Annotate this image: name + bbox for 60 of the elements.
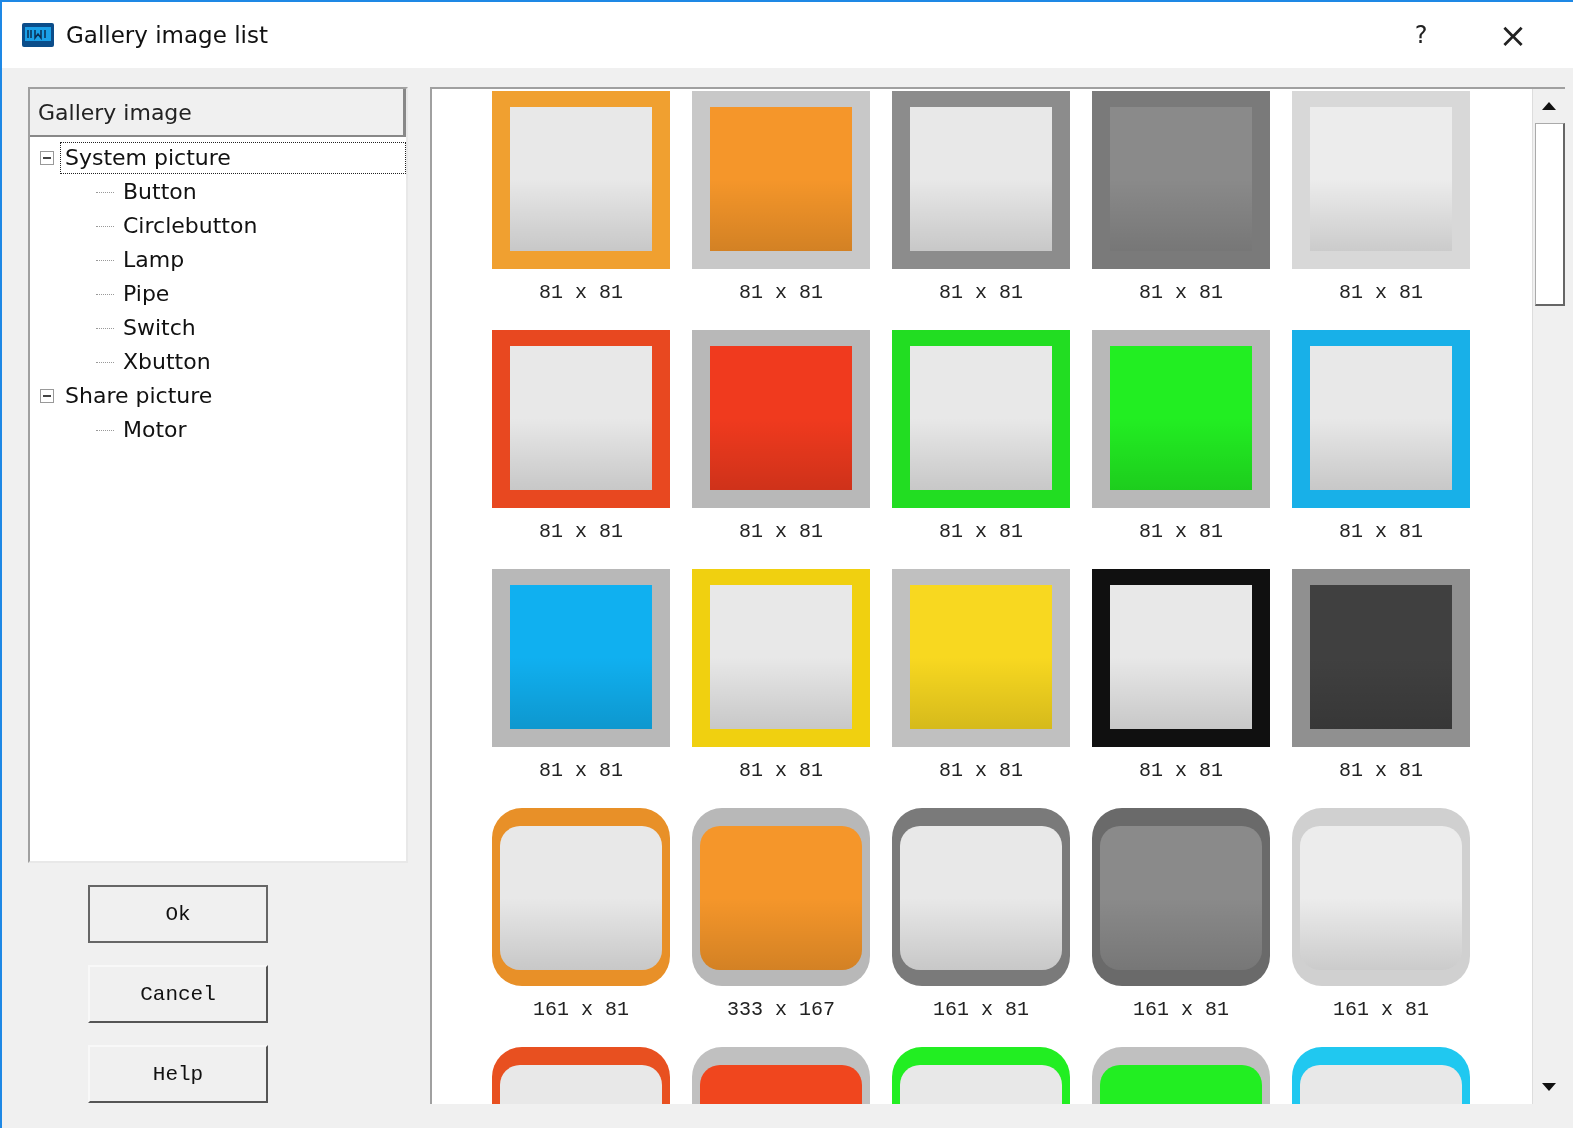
- image-size: 81 x 81: [739, 519, 823, 545]
- scroll-thumb[interactable]: [1535, 123, 1565, 306]
- image-thumbnail[interactable]: [1292, 569, 1470, 747]
- image-size: 81 x 81: [1339, 758, 1423, 784]
- tree-item[interactable]: Switch: [118, 312, 201, 344]
- image-size: 81 x 81: [539, 280, 623, 306]
- tree-item[interactable]: Circlebutton: [118, 210, 263, 242]
- window-title: Gallery image list: [66, 22, 269, 48]
- image-size: 333 x 167: [727, 997, 835, 1023]
- image-size: 81 x 81: [1139, 519, 1223, 545]
- help-button[interactable]: ?: [1381, 10, 1461, 60]
- dialog-button[interactable]: Help: [88, 1045, 268, 1103]
- tree-item[interactable]: Motor: [118, 414, 192, 446]
- image-size: 161 x 81: [533, 997, 629, 1023]
- image-thumbnail[interactable]: [1292, 808, 1470, 986]
- image-size: 81 x 81: [1139, 280, 1223, 306]
- image-size: 81 x 81: [939, 519, 1023, 545]
- tree-item[interactable]: System picture: [60, 142, 406, 174]
- image-thumbnail[interactable]: [892, 330, 1070, 508]
- image-thumbnail[interactable]: [892, 569, 1070, 747]
- image-size: 81 x 81: [939, 280, 1023, 306]
- app-icon: [22, 23, 54, 47]
- dialog-button[interactable]: Ok: [88, 885, 268, 943]
- tree-item[interactable]: Lamp: [118, 244, 190, 276]
- image-thumbnail[interactable]: [1292, 91, 1470, 269]
- tree-item[interactable]: Share picture: [60, 380, 218, 412]
- image-size: 81 x 81: [939, 758, 1023, 784]
- close-button[interactable]: ×: [1473, 10, 1553, 60]
- image-thumbnail[interactable]: [1092, 569, 1270, 747]
- image-thumbnail[interactable]: [692, 330, 870, 508]
- image-size: 81 x 81: [539, 519, 623, 545]
- image-thumbnail[interactable]: [492, 569, 670, 747]
- tree-item[interactable]: Pipe: [118, 278, 175, 310]
- image-size: 161 x 81: [1333, 997, 1429, 1023]
- image-size: 81 x 81: [539, 758, 623, 784]
- image-thumbnail[interactable]: [1292, 330, 1470, 508]
- image-thumbnail[interactable]: [1092, 91, 1270, 269]
- image-thumbnail[interactable]: [692, 808, 870, 986]
- tree-item[interactable]: Xbutton: [118, 346, 216, 378]
- image-thumbnail[interactable]: [1092, 330, 1270, 508]
- column-header: Gallery image: [30, 89, 406, 137]
- image-size: 161 x 81: [1133, 997, 1229, 1023]
- image-thumbnail[interactable]: [692, 569, 870, 747]
- dialog-button[interactable]: Cancel: [88, 965, 268, 1023]
- image-size: 81 x 81: [739, 758, 823, 784]
- image-size: 81 x 81: [1139, 758, 1223, 784]
- image-size: 81 x 81: [1339, 280, 1423, 306]
- image-thumbnail[interactable]: [492, 330, 670, 508]
- image-thumbnail[interactable]: [492, 91, 670, 269]
- image-thumbnail[interactable]: [892, 91, 1070, 269]
- image-size: 161 x 81: [933, 997, 1029, 1023]
- collapse-toggle[interactable]: [40, 389, 54, 403]
- image-thumbnail[interactable]: [692, 91, 870, 269]
- image-thumbnail[interactable]: [492, 808, 670, 986]
- image-thumbnail[interactable]: [1092, 808, 1270, 986]
- tree-item[interactable]: Button: [118, 176, 202, 208]
- image-thumbnail[interactable]: [892, 808, 1070, 986]
- collapse-toggle[interactable]: [40, 151, 54, 165]
- image-size: 81 x 81: [1339, 519, 1423, 545]
- image-size: 81 x 81: [739, 280, 823, 306]
